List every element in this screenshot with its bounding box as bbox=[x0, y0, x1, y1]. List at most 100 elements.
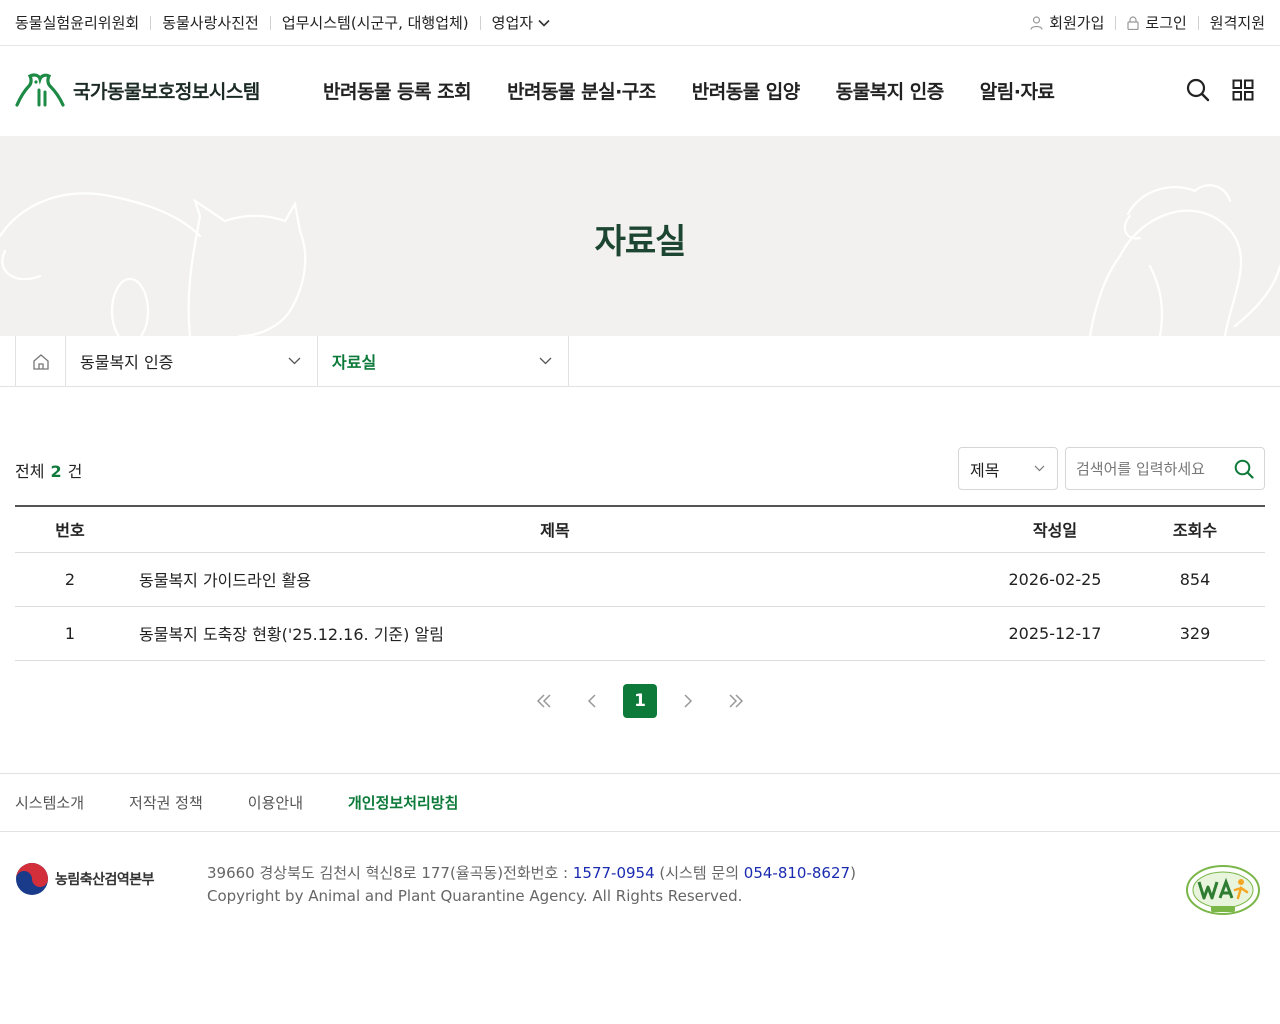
nav-notice-resources[interactable]: 알림·자료 bbox=[980, 77, 1055, 104]
signup-link[interactable]: 회원가입 bbox=[1030, 12, 1104, 33]
footer-link-system-intro[interactable]: 시스템소개 bbox=[15, 792, 84, 813]
system-phone: 054-810-8627 bbox=[743, 864, 851, 882]
row-title-link[interactable]: 동물복지 도축장 현황('25.12.16. 기준) 알림 bbox=[125, 606, 985, 661]
page-button-current[interactable]: 1 bbox=[623, 684, 657, 718]
footer-link-privacy-policy[interactable]: 개인정보처리방침 bbox=[348, 792, 458, 813]
search-submit-button[interactable] bbox=[1234, 459, 1254, 479]
row-date: 2025-12-17 bbox=[985, 606, 1125, 661]
total-count-value: 2 bbox=[50, 462, 62, 481]
utility-left: 동물실험윤리위원회 동물사랑사진전 업무시스템(시군구, 대행업체) 영업자 bbox=[15, 12, 550, 33]
web-accessibility-mark bbox=[1183, 862, 1263, 926]
chevron-right-icon bbox=[684, 694, 693, 708]
divider bbox=[1197, 15, 1199, 30]
double-chevron-right-icon bbox=[729, 694, 744, 708]
search-icon bbox=[1186, 78, 1210, 102]
nav-adoption[interactable]: 반려동물 입양 bbox=[692, 77, 801, 104]
grid-menu-icon bbox=[1232, 79, 1254, 101]
row-date: 2026-02-25 bbox=[985, 552, 1125, 607]
last-page-button[interactable] bbox=[719, 684, 753, 718]
next-page-button[interactable] bbox=[671, 684, 705, 718]
main-nav: 반려동물 등록 조회 반려동물 분실·구조 반려동물 입양 동물복지 인증 알림… bbox=[323, 77, 1090, 104]
chevron-left-icon bbox=[587, 694, 596, 708]
divider bbox=[150, 15, 152, 30]
logo-mark-icon bbox=[15, 73, 65, 107]
list-toolbar: 전체 2 건 제목 bbox=[15, 446, 1265, 490]
site-header: 국가동물보호정보시스템 반려동물 등록 조회 반려동물 분실·구조 반려동물 입… bbox=[0, 46, 1280, 136]
search-icon bbox=[1234, 459, 1254, 479]
logo-text: 국가동물보호정보시스템 bbox=[73, 80, 260, 103]
nav-welfare-certification[interactable]: 동물복지 인증 bbox=[836, 77, 945, 104]
agency-logo: 농림축산검역본부 bbox=[15, 862, 155, 896]
total-suffix: 건 bbox=[67, 462, 83, 481]
divider bbox=[1115, 15, 1117, 30]
table-row: 1 동물복지 도축장 현황('25.12.16. 기준) 알림 2025-12-… bbox=[15, 606, 1265, 661]
nav-pet-registration[interactable]: 반려동물 등록 조회 bbox=[323, 77, 472, 104]
double-chevron-left-icon bbox=[536, 694, 551, 708]
taegeuk-emblem-icon bbox=[16, 863, 48, 895]
table-row: 2 동물복지 가이드라인 활용 2026-02-25 854 bbox=[15, 552, 1265, 607]
col-date: 작성일 bbox=[985, 506, 1125, 553]
util-link-work-system[interactable]: 업무시스템(시군구, 대행업체) bbox=[282, 12, 469, 33]
address-line: 39660 경상북도 김천시 혁신8로 177(율곡동)전화번호 : 1577-… bbox=[207, 862, 856, 885]
col-number: 번호 bbox=[15, 506, 125, 553]
login-label: 로그인 bbox=[1145, 14, 1187, 32]
utility-right: 회원가입 로그인 원격지원 bbox=[1030, 12, 1265, 33]
search-box bbox=[1065, 447, 1265, 490]
page-title: 자료실 bbox=[594, 222, 687, 262]
footer-info: 농림축산검역본부 39660 경상북도 김천시 혁신8로 177(율곡동)전화번… bbox=[15, 860, 1265, 930]
search-type-label: 제목 bbox=[970, 460, 1000, 480]
nav-lost-rescue[interactable]: 반려동물 분실·구조 bbox=[507, 77, 656, 104]
main-phone: 1577-0954 bbox=[572, 864, 655, 882]
first-page-button[interactable] bbox=[527, 684, 561, 718]
utility-bar: 동물실험윤리위원회 동물사랑사진전 업무시스템(시군구, 대행업체) 영업자 회… bbox=[0, 0, 1280, 46]
remote-support-link[interactable]: 원격지원 bbox=[1210, 12, 1265, 33]
util-link-business-operator[interactable]: 영업자 bbox=[492, 12, 550, 33]
row-views: 854 bbox=[1125, 552, 1265, 607]
agency-name: 농림축산검역본부 bbox=[55, 872, 155, 888]
location-depth1-select[interactable]: 동물복지 인증 bbox=[66, 336, 318, 386]
page-hero: 자료실 bbox=[0, 136, 1280, 336]
sitemap-button[interactable] bbox=[1232, 79, 1254, 101]
table-header-row: 번호 제목 작성일 조회수 bbox=[15, 506, 1265, 553]
row-number: 1 bbox=[15, 606, 125, 661]
location-depth1-label: 동물복지 인증 bbox=[80, 353, 174, 372]
chevron-down-icon bbox=[288, 357, 301, 365]
footer-links: 시스템소개 저작권 정책 이용안내 개인정보처리방침 bbox=[0, 773, 1280, 832]
search-input[interactable] bbox=[1076, 459, 1224, 478]
total-count: 전체 2 건 bbox=[15, 458, 82, 482]
row-views: 329 bbox=[1125, 606, 1265, 661]
col-title: 제목 bbox=[125, 506, 985, 553]
divider bbox=[269, 15, 271, 30]
home-icon bbox=[32, 353, 49, 370]
util-link-business-operator-label: 영업자 bbox=[491, 14, 534, 32]
row-title-link[interactable]: 동물복지 가이드라인 활용 bbox=[125, 552, 985, 607]
web-accessibility-badge-icon bbox=[1186, 865, 1260, 915]
location-bar: 동물복지 인증 자료실 bbox=[0, 336, 1280, 387]
login-link[interactable]: 로그인 bbox=[1127, 12, 1187, 33]
user-icon bbox=[1030, 15, 1043, 30]
home-button[interactable] bbox=[15, 336, 66, 386]
location-depth2-select[interactable]: 자료실 bbox=[318, 336, 569, 386]
util-link-ethics-committee[interactable]: 동물실험윤리위원회 bbox=[15, 12, 139, 33]
search-button[interactable] bbox=[1186, 78, 1210, 102]
footer-address: 39660 경상북도 김천시 혁신8로 177(율곡동)전화번호 : 1577-… bbox=[207, 862, 856, 908]
total-prefix: 전체 bbox=[15, 462, 45, 481]
chevron-down-icon bbox=[539, 357, 552, 365]
col-views: 조회수 bbox=[1125, 506, 1265, 553]
chevron-down-icon bbox=[1034, 465, 1045, 472]
chevron-down-icon bbox=[538, 19, 550, 27]
board-table: 번호 제목 작성일 조회수 2 동물복지 가이드라인 활용 2026-02-25… bbox=[15, 505, 1265, 661]
search-type-select[interactable]: 제목 bbox=[958, 447, 1058, 490]
row-number: 2 bbox=[15, 552, 125, 607]
util-link-photo-contest[interactable]: 동물사랑사진전 bbox=[162, 12, 259, 33]
address-text: 39660 경상북도 김천시 혁신8로 177(율곡동)전화번호 : bbox=[207, 864, 573, 882]
pagination: 1 bbox=[0, 684, 1280, 718]
signup-label: 회원가입 bbox=[1049, 14, 1105, 32]
footer-link-usage-guide[interactable]: 이용안내 bbox=[248, 792, 303, 813]
address-text: (시스템 문의 bbox=[654, 864, 744, 882]
lock-icon bbox=[1127, 15, 1139, 30]
footer-link-copyright-policy[interactable]: 저작권 정책 bbox=[129, 792, 203, 813]
prev-page-button[interactable] bbox=[575, 684, 609, 718]
copyright-text: Copyright by Animal and Plant Quarantine… bbox=[207, 887, 743, 905]
site-logo[interactable]: 국가동물보호정보시스템 bbox=[15, 72, 260, 108]
